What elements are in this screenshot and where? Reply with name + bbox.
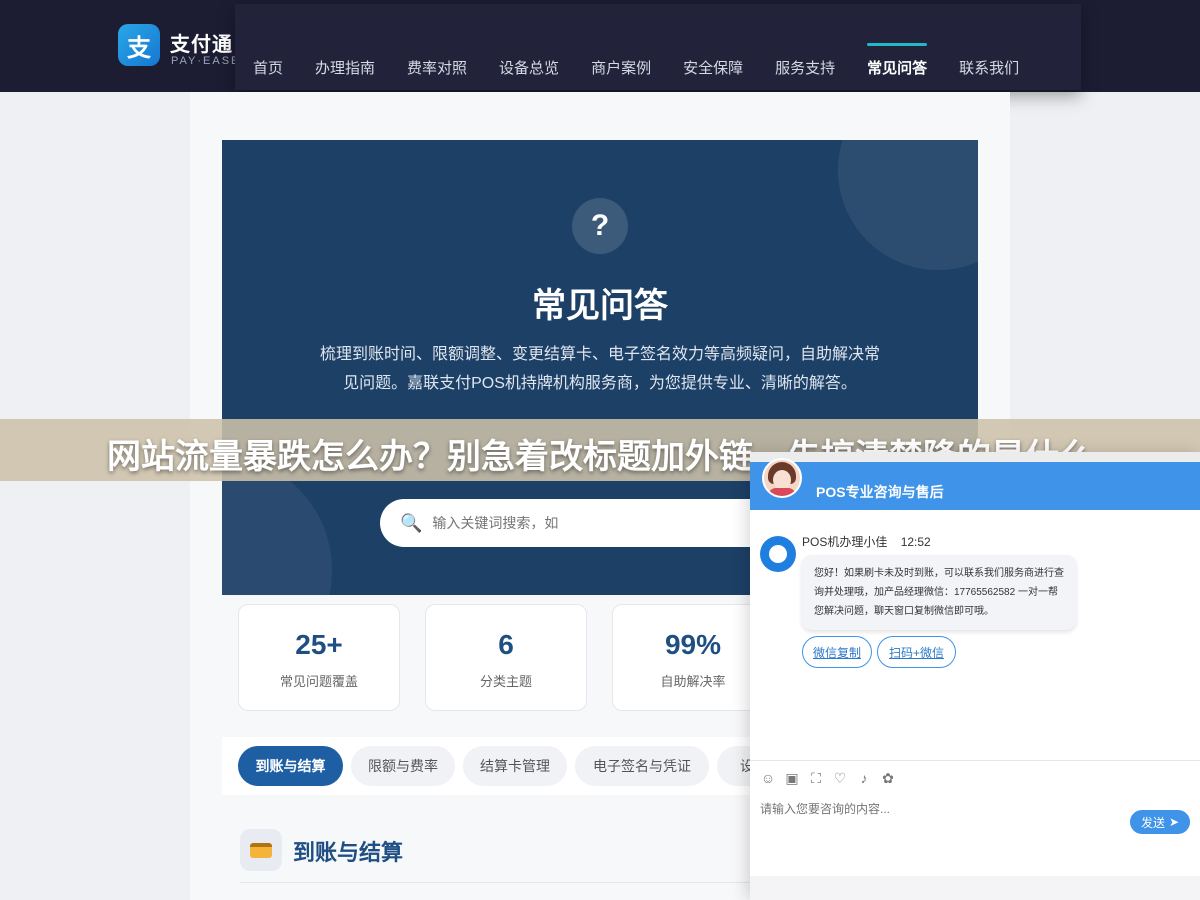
tab-card-management[interactable]: 结算卡管理 [463,746,567,786]
screenshot-icon[interactable]: ⛶ [808,770,824,786]
chat-header: POS专业咨询与售后 [750,462,1200,510]
nav-item-devices[interactable]: 设备总览 [499,57,559,78]
chat-topbar [750,452,1200,462]
divider [240,882,760,883]
nav-item-rates[interactable]: 费率对照 [407,57,467,78]
brand-subtitle: PAY·EASE [171,55,241,67]
stat-card: 6 分类主题 [425,604,587,711]
page-title: 常见问答 [532,287,668,325]
emoji-icon[interactable]: ☺ [760,770,776,786]
hero-description: 梳理到账时间、限额调整、变更结算卡、电子签名效力等高频疑问，自助解决常见问题。嘉… [319,346,880,392]
sound-icon[interactable]: ♪ [856,770,872,786]
chat-input[interactable] [760,802,1120,816]
tab-limits-rates[interactable]: 限额与费率 [351,746,455,786]
rating-icon[interactable]: ♡ [832,770,848,786]
site-header: 支 支付通 PAY·EASE 首页 办理指南 费率对照 设备总览 商户案例 安全… [0,0,1200,92]
brand-name[interactable]: 支付通 [170,28,233,57]
send-icon: ➤ [1168,815,1180,829]
search-icon: 🔍 [400,512,423,533]
stat-value: 6 [498,629,514,660]
tab-settlement[interactable]: 到账与结算 [238,746,343,786]
stat-label: 分类主题 [479,674,532,689]
chat-message: 您好！如果刷卡未及时到账，可以联系我们服务商进行查询并处理哦，加产品经理微信：1… [802,555,1076,630]
copy-wechat-button[interactable]: 微信复制 [802,636,872,668]
decor-circle [838,140,978,270]
send-label: 发送 [1140,815,1165,830]
nav-item-faq[interactable]: 常见问答 [867,43,928,78]
agent-avatar [762,458,802,498]
chat-footer [750,876,1200,900]
sender-name: POS机办理小佳 [802,535,888,549]
nav-item-home[interactable]: 首页 [253,57,283,78]
wechat-icon[interactable]: ✿ [880,770,896,786]
message-meta: POS机办理小佳 12:52 [802,533,931,550]
stat-label: 常见问题覆盖 [279,674,358,689]
card-icon [240,829,282,871]
main-nav: 首页 办理指南 费率对照 设备总览 商户案例 安全保障 服务支持 常见问答 联系… [235,4,1081,90]
send-button[interactable]: 发送 ➤ [1130,810,1190,834]
image-icon[interactable]: ▣ [784,770,800,786]
message-time: 12:52 [900,535,931,549]
stat-label: 自助解决率 [660,674,726,689]
nav-item-security[interactable]: 安全保障 [683,57,743,78]
tab-e-signature[interactable]: 电子签名与凭证 [575,746,709,786]
scan-wechat-button[interactable]: 扫码+微信 [877,636,956,668]
stat-value: 99% [664,629,722,660]
divider [750,760,1200,761]
question-icon: ? [572,198,628,254]
nav-item-contact[interactable]: 联系我们 [959,57,1019,78]
stat-value: 25+ [295,629,343,660]
nav-item-cases[interactable]: 商户案例 [591,57,651,78]
nav-item-support[interactable]: 服务支持 [775,57,835,78]
chat-title: POS专业咨询与售后 [816,484,944,500]
section-title: 到账与结算 [293,840,404,865]
nav-item-guide[interactable]: 办理指南 [315,57,375,78]
bot-avatar-icon [760,536,796,572]
stat-card: 25+ 常见问题覆盖 [238,604,400,711]
search-input[interactable] [432,515,733,531]
chat-widget: POS专业咨询与售后 POS机办理小佳 12:52 您好！如果刷卡未及时到账，可… [750,452,1200,900]
logo-icon[interactable]: 支 [118,24,160,66]
